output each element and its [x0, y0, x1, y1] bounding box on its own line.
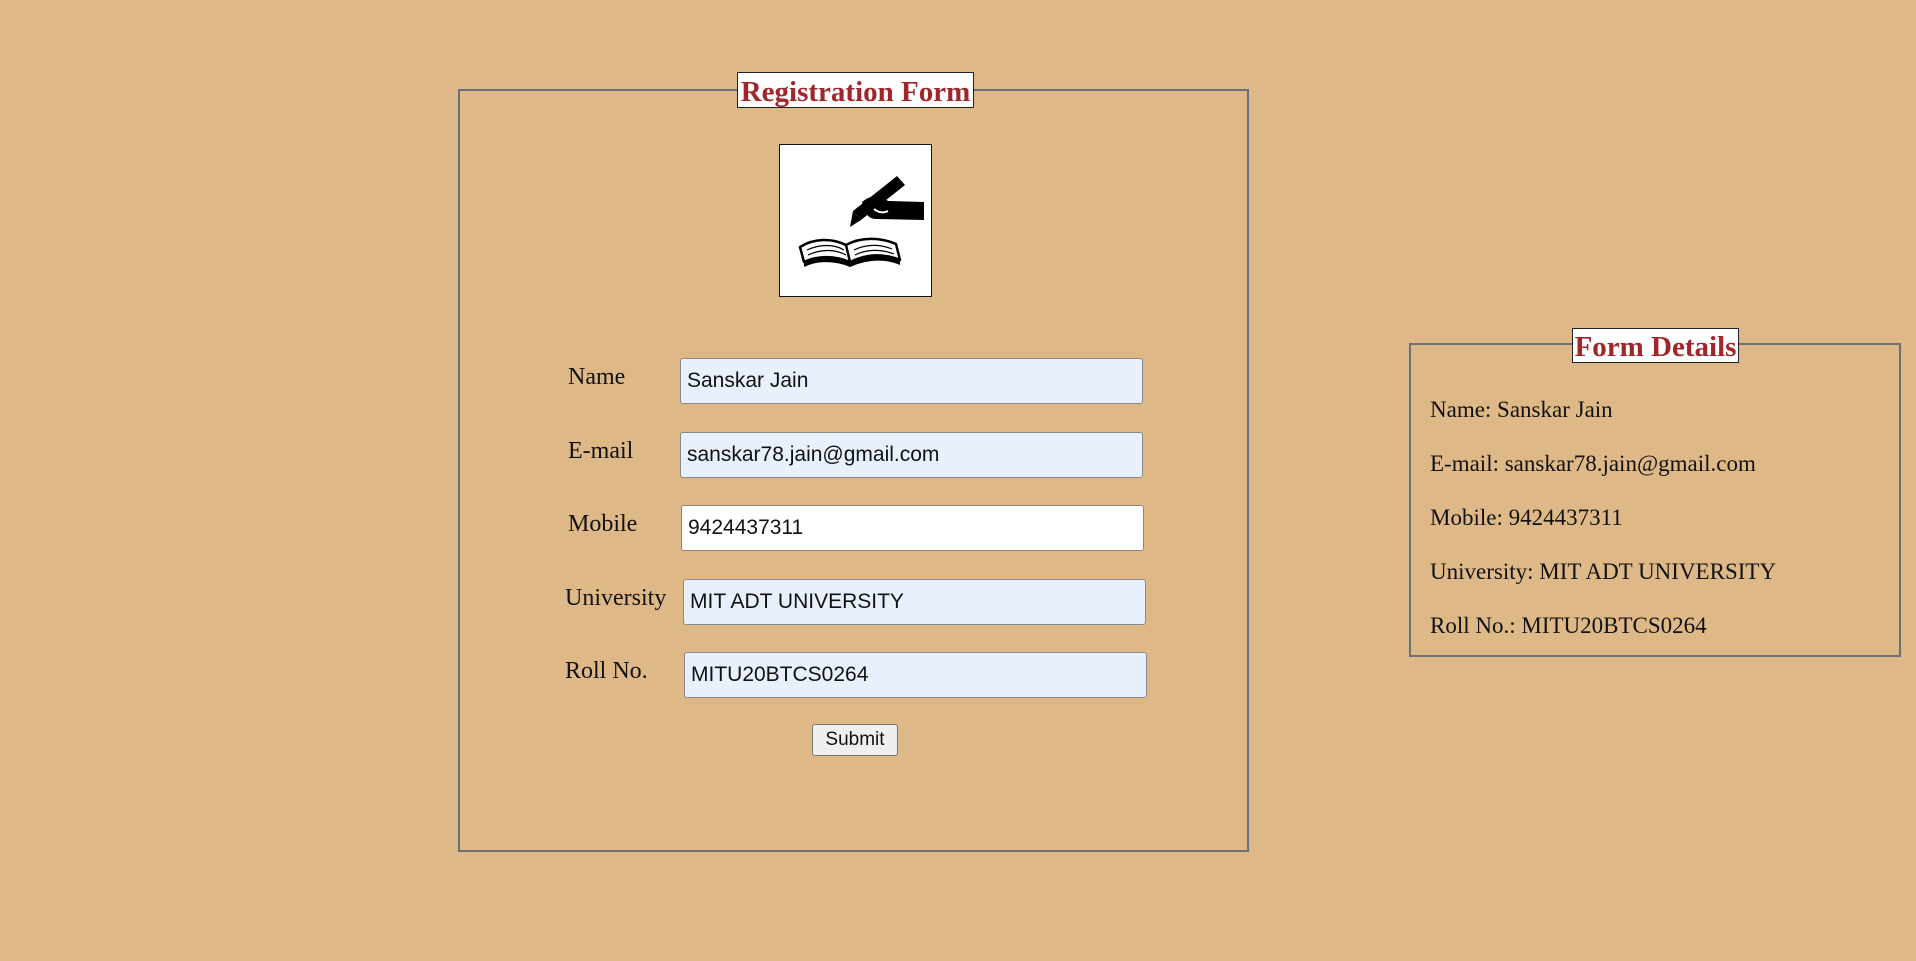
registration-form-title: Registration Form	[737, 72, 974, 108]
detail-name: Name: Sanskar Jain	[1430, 397, 1613, 422]
detail-mobile: Mobile: 9424437311	[1430, 505, 1623, 530]
writing-hand-book-icon	[779, 144, 932, 297]
university-label: University	[565, 585, 667, 611]
registration-form: Registration Form Name E-mail Mobile Uni…	[458, 72, 1249, 852]
email-input[interactable]	[680, 432, 1143, 478]
submit-button[interactable]: Submit	[812, 724, 898, 756]
detail-email: E-mail: sanskar78.jain@gmail.com	[1430, 451, 1756, 476]
roll-no-label: Roll No.	[565, 658, 648, 684]
form-details-title: Form Details	[1572, 328, 1739, 363]
form-details-panel: Form Details Name: Sanskar Jain E-mail: …	[1409, 328, 1901, 657]
name-label: Name	[568, 364, 626, 390]
roll-no-input[interactable]	[684, 652, 1147, 698]
mobile-input[interactable]	[681, 505, 1144, 551]
mobile-label: Mobile	[568, 511, 638, 537]
detail-roll-no: Roll No.: MITU20BTCS0264	[1430, 613, 1707, 638]
university-input[interactable]	[683, 579, 1146, 625]
email-label: E-mail	[568, 438, 634, 464]
name-input[interactable]	[680, 358, 1143, 404]
detail-university: University: MIT ADT UNIVERSITY	[1430, 559, 1777, 584]
